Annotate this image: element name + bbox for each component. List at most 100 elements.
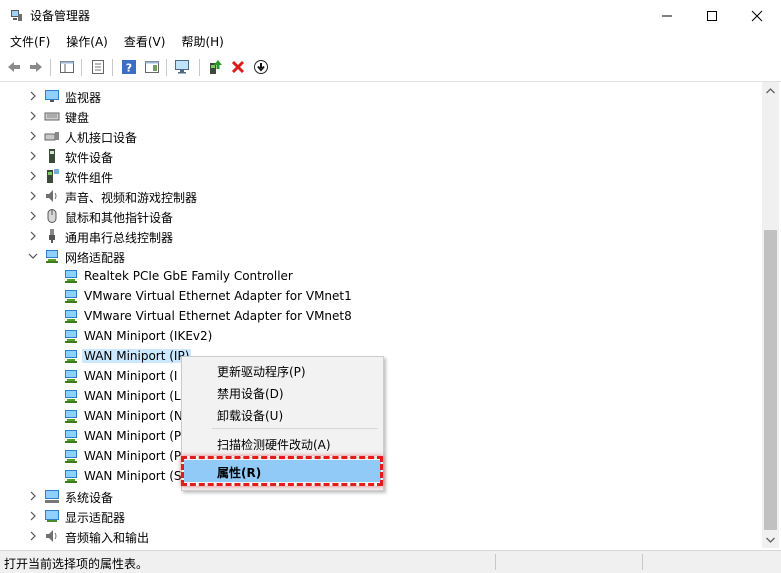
minimize-icon: [662, 15, 672, 16]
tree-item-label: 鼠标和其他指针设备: [65, 211, 174, 225]
update-driver-button[interactable]: [206, 58, 224, 76]
scan-hardware-button[interactable]: [174, 58, 192, 76]
chevron-right-icon[interactable]: [28, 511, 38, 521]
network-adapter-icon: [65, 290, 77, 303]
tree-item-network-adapter-child[interactable]: WAN Miniport (IKEv2): [0, 326, 762, 346]
tree-item-network-adapter-child[interactable]: Realtek PCIe GbE Family Controller: [0, 266, 762, 286]
tree-item-sound-video-game[interactable]: 声音、视频和游戏控制器: [0, 186, 762, 206]
action-pane-icon: [145, 61, 159, 73]
scroll-up-button[interactable]: [762, 82, 779, 99]
chevron-right-icon[interactable]: [28, 211, 38, 221]
menu-scan-hardware-changes[interactable]: 扫描检测硬件改动(A): [184, 432, 381, 454]
chevron-right-icon[interactable]: [28, 491, 38, 501]
maximize-icon: [707, 10, 717, 21]
uninstall-button[interactable]: [229, 58, 247, 76]
scrollbar-thumb[interactable]: [764, 230, 777, 530]
chevron-right-icon[interactable]: [28, 151, 38, 161]
properties-button[interactable]: [89, 58, 107, 76]
tree-item-label: 网络适配器: [65, 251, 126, 265]
tree-item-network-adapter-child[interactable]: VMware Virtual Ethernet Adapter for VMne…: [0, 306, 762, 326]
tree-item-network-adapter-child[interactable]: VMware Virtual Ethernet Adapter for VMne…: [0, 286, 762, 306]
vertical-scrollbar[interactable]: [762, 82, 779, 548]
chevron-right-icon[interactable]: [28, 111, 38, 121]
scan-monitor-icon: [175, 60, 189, 74]
back-button[interactable]: [5, 58, 23, 76]
monitor-icon: [45, 90, 59, 102]
tree-item-label: 系统设备: [65, 491, 114, 505]
tree-item-label: WAN Miniport (N: [84, 409, 183, 423]
forward-button[interactable]: [27, 58, 45, 76]
network-adapter-icon: [65, 470, 77, 483]
tree-item-label: 通用串行总线控制器: [65, 231, 174, 245]
tree-item-display-adapters[interactable]: 显示适配器: [0, 506, 762, 526]
tree-item-label: 音频输入和输出: [65, 531, 150, 545]
tree-item-label: VMware Virtual Ethernet Adapter for VMne…: [84, 289, 352, 303]
maximize-button[interactable]: [689, 0, 735, 31]
toolbar-separator: [112, 59, 113, 76]
tree-item-monitors[interactable]: 监视器: [0, 86, 762, 106]
window-title: 设备管理器: [30, 9, 91, 23]
tree-item-label: 监视器: [65, 91, 102, 105]
chevron-down-icon[interactable]: [28, 251, 38, 261]
tree-item-label: WAN Miniport (L: [84, 389, 181, 403]
menu-bar: 文件(F) 操作(A) 查看(V) 帮助(H): [0, 31, 781, 54]
system-device-icon: [45, 490, 59, 503]
hid-icon: [44, 132, 59, 141]
chevron-right-icon[interactable]: [28, 91, 38, 101]
status-bar: 打开当前选择项的属性表。: [0, 550, 781, 573]
tree-item-label: WAN Miniport (I: [84, 369, 178, 383]
menu-properties[interactable]: 属性(R): [184, 460, 381, 482]
scroll-down-button[interactable]: [762, 531, 779, 548]
menu-item-label: 禁用设备(D): [217, 387, 284, 401]
console-tree-button[interactable]: [58, 58, 76, 76]
tree-item-label: WAN Miniport (P: [84, 449, 182, 463]
tree-item-label: VMware Virtual Ethernet Adapter for VMne…: [84, 309, 352, 323]
tree-item-label: 软件设备: [65, 151, 114, 165]
update-driver-icon: [210, 60, 222, 74]
network-adapter-icon: [65, 370, 77, 383]
network-adapter-icon: [46, 250, 58, 263]
tree-item-label: 人机接口设备: [65, 131, 138, 145]
device-manager-window: 设备管理器 文件(F) 操作(A) 查看(V) 帮助(H) ? 监视器 键盘 人…: [0, 0, 781, 573]
display-adapter-icon: [45, 510, 59, 522]
toolbar: ?: [0, 54, 781, 82]
tree-item-software-devices[interactable]: 软件设备: [0, 146, 762, 166]
chevron-right-icon[interactable]: [28, 191, 38, 201]
action-pane-button[interactable]: [143, 58, 161, 76]
menu-separator: [212, 428, 378, 429]
show-hide-console-tree-icon: [60, 61, 74, 73]
menu-disable-device[interactable]: 禁用设备(D): [184, 381, 381, 403]
tree-item-keyboards[interactable]: 键盘: [0, 106, 762, 126]
tree-item-label: Realtek PCIe GbE Family Controller: [84, 269, 293, 283]
tree-item-network-adapters[interactable]: 网络适配器: [0, 246, 762, 266]
menu-action[interactable]: 操作(A): [60, 31, 114, 54]
forward-arrow-icon: [30, 62, 42, 72]
menu-view[interactable]: 查看(V): [118, 31, 172, 54]
menu-item-label: 扫描检测硬件改动(A): [217, 438, 331, 452]
tree-item-mice[interactable]: 鼠标和其他指针设备: [0, 206, 762, 226]
chevron-right-icon[interactable]: [28, 231, 38, 241]
help-button[interactable]: ?: [120, 58, 138, 76]
tree-item-label: 软件组件: [65, 171, 114, 185]
menu-update-driver[interactable]: 更新驱动程序(P): [184, 359, 381, 381]
title-bar[interactable]: 设备管理器: [0, 0, 781, 31]
tree-item-audio-io[interactable]: 音频输入和输出: [0, 526, 762, 546]
disable-device-button[interactable]: [252, 58, 270, 76]
menu-file[interactable]: 文件(F): [4, 31, 56, 54]
chevron-right-icon[interactable]: [28, 531, 38, 541]
audio-io-icon: [46, 530, 57, 542]
tree-item-usb-controllers[interactable]: 通用串行总线控制器: [0, 226, 762, 246]
menu-uninstall-device[interactable]: 卸载设备(U): [184, 403, 381, 425]
keyboard-icon: [44, 112, 60, 121]
tree-item-software-components[interactable]: 软件组件: [0, 166, 762, 186]
tree-item-hid[interactable]: 人机接口设备: [0, 126, 762, 146]
tree-item-label: WAN Miniport (IP): [82, 349, 192, 363]
network-adapter-icon: [65, 270, 77, 283]
minimize-button[interactable]: [644, 0, 690, 31]
chevron-right-icon[interactable]: [28, 131, 38, 141]
network-adapter-icon: [65, 310, 77, 323]
menu-help[interactable]: 帮助(H): [175, 31, 229, 54]
close-button[interactable]: [734, 0, 780, 31]
tree-item-label: WAN Miniport (P: [84, 429, 182, 443]
chevron-right-icon[interactable]: [28, 171, 38, 181]
